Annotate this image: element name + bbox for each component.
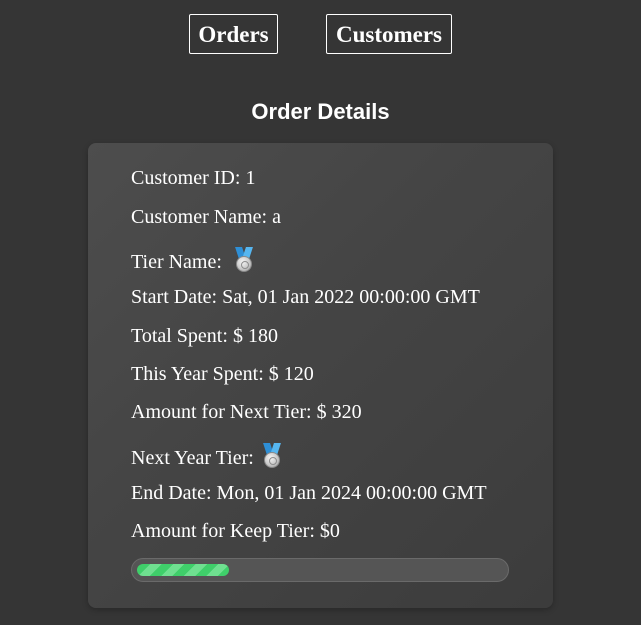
end-date-row: End Date: Mon, 01 Jan 2024 00:00:00 GMT (131, 481, 487, 505)
page-title: Order Details (251, 99, 390, 124)
customer-name-value: a (272, 206, 281, 228)
next-year-tier-label: Next Year Tier: (131, 447, 254, 469)
total-spent-row: Total Spent: $ 180 (131, 324, 278, 348)
start-date-value: Sat, 01 Jan 2022 00:00:00 GMT (222, 286, 480, 308)
amount-next-tier-label: Amount for Next Tier: (131, 401, 312, 423)
amount-next-tier-value: $ 320 (316, 401, 362, 423)
amount-next-tier-row: Amount for Next Tier: $ 320 (131, 400, 362, 424)
customer-id-value: 1 (245, 167, 256, 189)
amount-keep-tier-value: $0 (319, 520, 340, 542)
tier-name-label: Tier Name: (131, 251, 222, 273)
tier-progress-fill (137, 564, 229, 576)
this-year-spent-label: This Year Spent: (131, 363, 264, 385)
order-details-card: Customer ID: 1 Customer Name: a Tier Nam… (88, 143, 553, 608)
customer-id-label: Customer ID: (131, 167, 241, 189)
next-year-tier-row: Next Year Tier: (131, 443, 283, 470)
customer-name-label: Customer Name: (131, 206, 268, 228)
customer-id-row: Customer ID: 1 (131, 166, 255, 190)
amount-keep-tier-label: Amount for Keep Tier: (131, 520, 315, 542)
end-date-value: Mon, 01 Jan 2024 00:00:00 GMT (216, 482, 487, 504)
silver-medal-icon (261, 443, 283, 469)
amount-keep-tier-row: Amount for Keep Tier: $0 (131, 519, 340, 543)
tier-name-row: Tier Name: (131, 247, 255, 274)
end-date-label: End Date: (131, 482, 212, 504)
customer-name-row: Customer Name: a (131, 205, 281, 229)
top-nav: Orders Customers (0, 14, 641, 56)
this-year-spent-row: This Year Spent: $ 120 (131, 362, 314, 386)
start-date-label: Start Date: (131, 286, 218, 308)
start-date-row: Start Date: Sat, 01 Jan 2022 00:00:00 GM… (131, 285, 480, 309)
this-year-spent-value: $ 120 (268, 363, 314, 385)
tier-progress-bar (131, 558, 509, 582)
total-spent-label: Total Spent: (131, 325, 228, 347)
customers-button[interactable]: Customers (326, 14, 452, 54)
silver-medal-icon (233, 247, 255, 273)
total-spent-value: $ 180 (232, 325, 278, 347)
orders-button[interactable]: Orders (189, 14, 278, 54)
